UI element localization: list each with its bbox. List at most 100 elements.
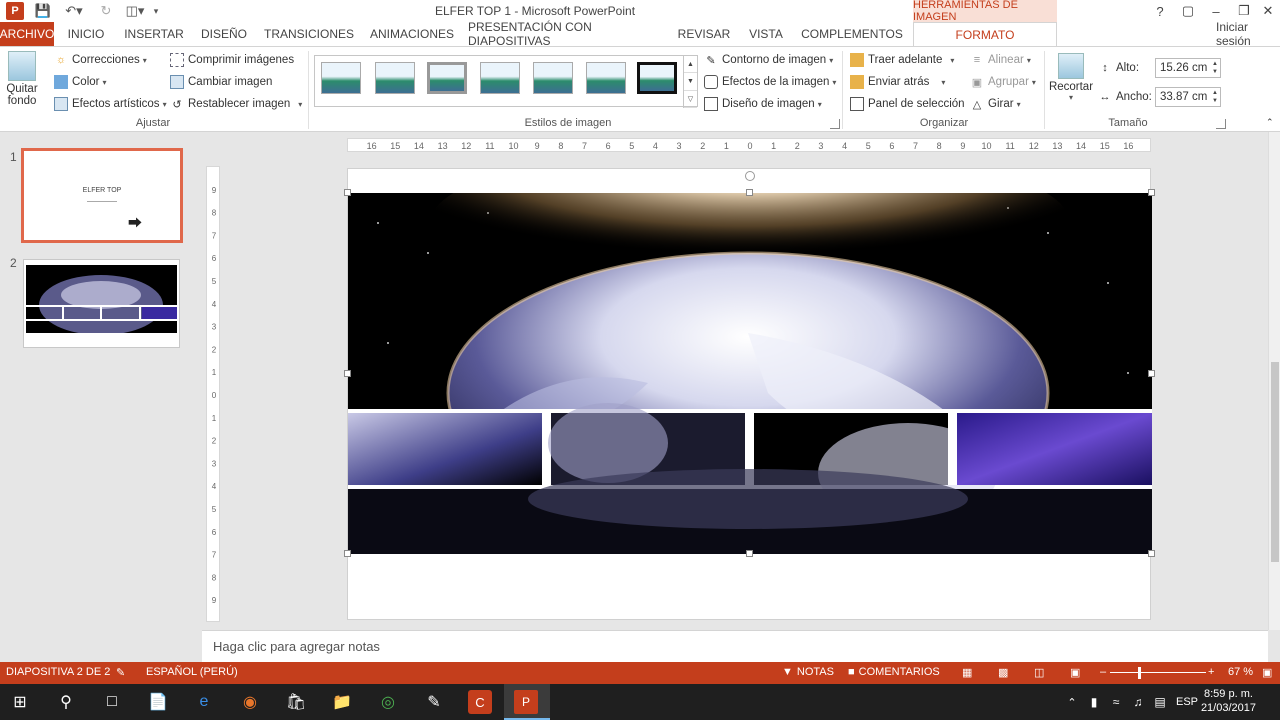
height-input[interactable]: 15.26 cm ▲ ▼ [1155, 58, 1221, 78]
slide-thumbnail-2[interactable] [23, 259, 180, 348]
undo-icon[interactable]: ↶▾ [60, 2, 88, 20]
styles-dialog-launcher[interactable] [830, 119, 840, 129]
redo-icon[interactable]: ↻ [98, 2, 114, 20]
zoom-slider-thumb[interactable] [1138, 667, 1141, 679]
store-icon[interactable]: 🛍 [284, 690, 308, 714]
save-icon[interactable]: 💾 [34, 2, 52, 20]
network-icon[interactable]: ≈ [1104, 690, 1128, 714]
volume-icon[interactable]: ♫ [1126, 690, 1150, 714]
normal-view-icon[interactable]: ▦ [962, 666, 972, 679]
bring-forward-button[interactable]: Traer adelante ▾ [850, 53, 954, 67]
tab-insertar[interactable]: INSERTAR [122, 22, 186, 46]
app-icon[interactable]: ✎ [422, 690, 446, 714]
language-indicator[interactable]: ESPAÑOL (PERÚ) [146, 666, 238, 678]
rotate-handle[interactable] [745, 171, 755, 181]
picture-style-1[interactable] [321, 62, 361, 94]
camtasia-icon[interactable]: C [468, 690, 492, 714]
picture-style-6[interactable] [586, 62, 626, 94]
tab-transiciones[interactable]: TRANSICIONES [262, 22, 356, 46]
start-presentation-icon[interactable]: ◫▾ [124, 2, 146, 20]
reading-view-icon[interactable]: ◫ [1034, 666, 1044, 679]
resize-handle-w[interactable] [344, 370, 351, 377]
picture-style-3[interactable] [427, 62, 467, 94]
comments-toggle[interactable]: ■ COMENTARIOS [848, 666, 940, 678]
input-language[interactable]: ESP [1172, 690, 1202, 714]
picture-border-button[interactable]: ✎ Contorno de imagen ▾ [704, 53, 833, 67]
send-backward-button[interactable]: Enviar atrás ▾ [850, 75, 945, 89]
group-button[interactable]: ▣ Agrupar ▾ [970, 75, 1036, 89]
tab-inicio[interactable]: INICIO [62, 22, 110, 46]
chevron-up-icon[interactable]: ⌃ [1060, 690, 1084, 714]
slide-thumbnail-1[interactable]: ELFER TOP ⮕ [21, 148, 183, 243]
ribbon-display-button[interactable]: ▢ [1174, 0, 1202, 22]
tab-formato[interactable]: FORMATO [913, 22, 1057, 47]
rotate-button[interactable]: △ Girar ▾ [970, 97, 1021, 111]
firefox-icon[interactable]: ◉ [238, 690, 262, 714]
file-icon[interactable]: 📄 [146, 690, 170, 714]
size-dialog-launcher[interactable] [1216, 119, 1226, 129]
notes-pane[interactable]: Haga clic para agregar notas [202, 630, 1268, 662]
tab-vista[interactable]: VISTA [742, 22, 790, 46]
resize-handle-e[interactable] [1148, 370, 1155, 377]
gallery-scroll[interactable]: ▲ ▼ ▽ [683, 56, 697, 108]
picture-style-4[interactable] [480, 62, 520, 94]
zoom-out-icon[interactable]: – [1100, 666, 1106, 678]
picture-styles-gallery[interactable]: ▲ ▼ ▽ [314, 55, 698, 108]
crop-button[interactable]: Recortar ▾ [1048, 53, 1094, 102]
help-button[interactable]: ? [1146, 0, 1174, 22]
picture-layout-button[interactable]: Diseño de imagen ▾ [704, 97, 822, 111]
resize-handle-n[interactable] [746, 189, 753, 196]
color-button[interactable]: Color ▾ [54, 75, 107, 89]
spellcheck-icon[interactable]: ✎ [116, 666, 125, 679]
remove-background-button[interactable]: Quitar fondo [4, 51, 40, 107]
search-icon[interactable]: ⚲ [54, 690, 78, 714]
change-picture-button[interactable]: Cambiar imagen [170, 75, 272, 89]
notifications-icon[interactable]: ▤ [1148, 690, 1172, 714]
picture-style-2[interactable] [375, 62, 415, 94]
align-button[interactable]: ≡ Alinear ▾ [970, 53, 1031, 67]
compress-pictures-button[interactable]: Comprimir imágenes [170, 53, 294, 67]
battery-icon[interactable]: ▮ [1082, 690, 1106, 714]
customize-toolbar-icon[interactable]: ▾ [150, 2, 162, 20]
picture-style-7[interactable] [637, 62, 677, 94]
artistic-effects-button[interactable]: Efectos artísticos ▾ [54, 97, 167, 111]
collapse-ribbon-icon[interactable]: ⌃ [1266, 117, 1274, 128]
tab-revisar[interactable]: REVISAR [674, 22, 734, 46]
resize-handle-nw[interactable] [344, 189, 351, 196]
resize-handle-sw[interactable] [344, 550, 351, 557]
gallery-up-icon[interactable]: ▲ [684, 56, 697, 74]
tab-complementos[interactable]: COMPLEMENTOS [798, 22, 906, 46]
tab-archivo[interactable]: ARCHIVO [0, 22, 54, 46]
selection-pane-button[interactable]: Panel de selección [850, 97, 965, 111]
resize-handle-ne[interactable] [1148, 189, 1155, 196]
picture-effects-button[interactable]: Efectos de la imagen ▾ [704, 75, 836, 89]
picture-style-5[interactable] [533, 62, 573, 94]
corrections-button[interactable]: ☼ Correcciones ▾ [54, 53, 147, 67]
task-view-icon[interactable]: □ [100, 690, 124, 714]
powerpoint-taskbar-icon[interactable]: P [514, 690, 538, 714]
scrollbar-thumb[interactable] [1271, 362, 1279, 562]
close-button[interactable]: ✕ [1254, 0, 1280, 22]
zoom-in-icon[interactable]: + [1208, 666, 1214, 678]
zoom-level[interactable]: 67 % [1228, 666, 1253, 678]
system-clock[interactable]: 8:59 p. m. 21/03/2017 [1201, 687, 1256, 715]
width-input[interactable]: 33.87 cm ▲ ▼ [1155, 87, 1221, 107]
sign-in-link[interactable]: Iniciar sesión [1216, 20, 1280, 48]
folder-icon[interactable]: 📁 [330, 690, 354, 714]
tab-diseno[interactable]: DISEÑO [196, 22, 252, 46]
minimize-button[interactable]: – [1202, 0, 1230, 22]
vertical-scrollbar[interactable] [1268, 132, 1280, 630]
width-spinner-icon[interactable]: ▲ ▼ [1212, 89, 1218, 105]
earth-picture[interactable] [348, 193, 1152, 554]
edge-icon[interactable]: e [192, 690, 216, 714]
chrome-icon[interactable]: ◎ [376, 690, 400, 714]
notes-toggle[interactable]: ▼ NOTAS [782, 666, 834, 678]
slideshow-icon[interactable]: ▣ [1070, 666, 1080, 679]
tab-animaciones[interactable]: ANIMACIONES [364, 22, 460, 46]
tab-presentacion[interactable]: PRESENTACIÓN CON DIAPOSITIVAS [468, 20, 664, 48]
fit-slide-icon[interactable]: ▣ [1262, 666, 1272, 679]
slide-canvas[interactable] [344, 168, 1155, 620]
slide-sorter-icon[interactable]: ▩ [998, 666, 1008, 679]
windows-start-icon[interactable]: ⊞ [8, 690, 32, 714]
zoom-slider[interactable] [1110, 672, 1206, 673]
